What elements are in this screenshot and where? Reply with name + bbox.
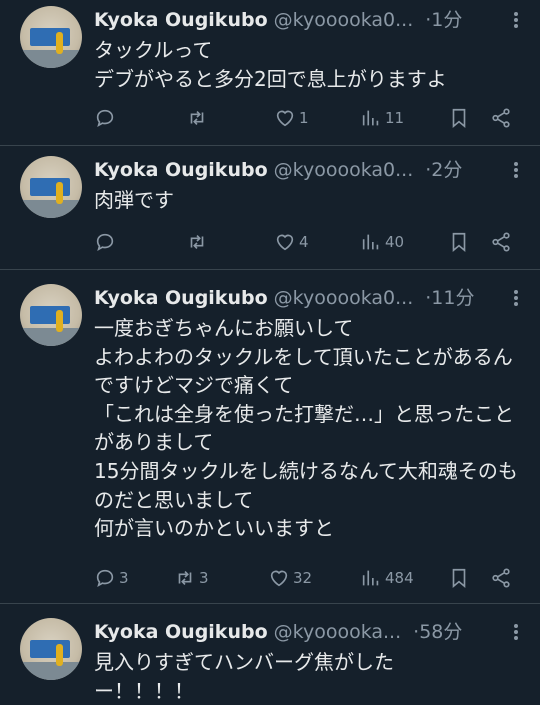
user-handle[interactable]: @kyooooka0... <box>274 287 414 309</box>
bookmark-button[interactable] <box>448 228 470 256</box>
reply-button[interactable] <box>94 104 119 132</box>
avatar[interactable] <box>20 6 82 68</box>
like-button[interactable]: 4 <box>274 228 309 256</box>
heart-icon <box>276 110 294 127</box>
tweet-text: 見入りすぎてハンバーグ焦がした ー！！！！ <box>94 650 394 703</box>
reply-count: 3 <box>119 569 129 587</box>
tweet-header: Kyoka Ougikubo @kyooooka0... ·1分 <box>94 6 540 34</box>
tweet[interactable]: Kyoka Ougikubo @kyooooka0... ·2分 肉弾です 4 40 <box>0 146 540 270</box>
avatar[interactable] <box>20 156 82 218</box>
views-button[interactable]: 484 <box>360 564 414 592</box>
tweet-header: Kyoka Ougikubo @kyooooka0... ·11分 <box>94 284 540 312</box>
view-count: 40 <box>385 233 405 251</box>
reply-icon <box>96 569 114 588</box>
share-icon <box>492 568 510 588</box>
views-icon <box>362 570 379 586</box>
display-name[interactable]: Kyoka Ougikubo <box>94 621 268 643</box>
tweet-actions: 3 3 32 484 <box>94 564 522 592</box>
like-button[interactable]: 32 <box>268 564 312 592</box>
share-icon <box>492 108 510 128</box>
like-count: 32 <box>293 569 313 587</box>
share-button[interactable] <box>490 104 512 132</box>
tweet-text: 肉弾です <box>94 188 174 212</box>
retweet-button[interactable] <box>186 104 211 132</box>
user-handle[interactable]: @kyooooka0... <box>274 159 414 181</box>
views-icon <box>362 234 379 250</box>
views-button[interactable]: 40 <box>360 228 404 256</box>
tweet[interactable]: Kyoka Ougikubo @kyooooka... ·58分 見入りすぎてハンバ… <box>0 604 540 703</box>
tweet-header: Kyoka Ougikubo @kyooooka0... ·2分 <box>94 156 540 184</box>
retweet-icon <box>190 110 204 126</box>
tweet-text: タックルって デブがやると多分2回で息上がりますよ <box>94 38 447 91</box>
heart-icon <box>276 234 294 251</box>
tweet[interactable]: Kyoka Ougikubo @kyooooka0... ·1分 タックルって デブ… <box>0 0 540 146</box>
like-count: 1 <box>299 109 309 127</box>
bookmark-icon <box>452 232 466 253</box>
reply-button[interactable]: 3 <box>94 564 129 592</box>
retweet-button[interactable]: 3 <box>174 564 209 592</box>
like-count: 4 <box>299 233 309 251</box>
share-icon <box>492 232 510 252</box>
bookmark-icon <box>452 568 466 589</box>
tweet-actions: 4 40 <box>94 228 522 256</box>
more-icon[interactable] <box>514 618 518 646</box>
more-icon[interactable] <box>514 6 518 34</box>
tweet[interactable]: Kyoka Ougikubo @kyooooka0... ·11分 一度おぎちゃんに… <box>0 270 540 604</box>
tweet-actions: 1 11 <box>94 104 522 132</box>
bookmark-button[interactable] <box>448 104 470 132</box>
timestamp[interactable]: 2分 <box>431 159 462 181</box>
reply-icon <box>96 109 114 128</box>
tweet-header: Kyoka Ougikubo @kyooooka... ·58分 <box>94 618 540 646</box>
user-handle[interactable]: @kyooooka... <box>274 621 402 643</box>
more-icon[interactable] <box>514 284 518 312</box>
timestamp[interactable]: 11分 <box>431 287 474 309</box>
bookmark-button[interactable] <box>448 564 470 592</box>
retweet-button[interactable] <box>186 228 211 256</box>
view-count: 484 <box>385 569 414 587</box>
timestamp[interactable]: 1分 <box>431 9 462 31</box>
display-name[interactable]: Kyoka Ougikubo <box>94 287 268 309</box>
share-button[interactable] <box>490 228 512 256</box>
share-button[interactable] <box>490 564 512 592</box>
retweet-count: 3 <box>199 569 209 587</box>
timestamp[interactable]: 58分 <box>419 621 462 643</box>
avatar[interactable] <box>20 618 82 680</box>
tweet-text: 一度おぎちゃんにお願いして よわよわのタックルをして頂いたことがあるんですけどマ… <box>94 316 518 541</box>
display-name[interactable]: Kyoka Ougikubo <box>94 159 268 181</box>
heart-icon <box>270 570 288 587</box>
view-count: 11 <box>385 109 405 127</box>
user-handle[interactable]: @kyooooka0... <box>274 9 414 31</box>
bookmark-icon <box>452 108 466 129</box>
display-name[interactable]: Kyoka Ougikubo <box>94 9 268 31</box>
avatar[interactable] <box>20 284 82 346</box>
reply-button[interactable] <box>94 228 119 256</box>
retweet-icon <box>190 234 204 250</box>
like-button[interactable]: 1 <box>274 104 309 132</box>
retweet-icon <box>178 570 192 586</box>
more-icon[interactable] <box>514 156 518 184</box>
views-button[interactable]: 11 <box>360 104 404 132</box>
views-icon <box>362 110 379 126</box>
reply-icon <box>96 233 114 252</box>
